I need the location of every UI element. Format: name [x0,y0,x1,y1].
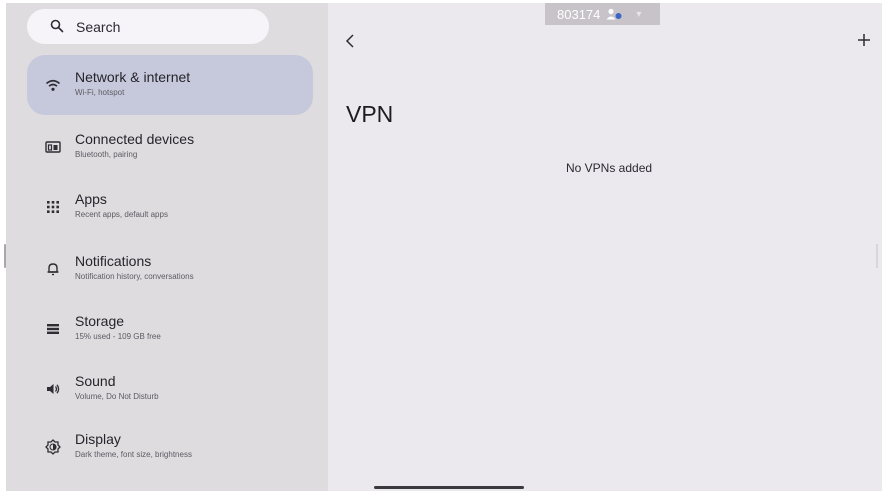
sidebar-item-subtitle: 15% used - 109 GB free [75,332,161,341]
sidebar-item-title: Notifications [75,253,152,269]
sidebar-item-subtitle: Wi-Fi, hotspot [75,88,125,97]
empty-state-text: No VPNs added [566,161,653,175]
sidebar-item-apps[interactable]: Apps Recent apps, default apps [27,177,313,237]
sidebar-item-title: Apps [75,191,107,207]
sidebar-item-subtitle: Bluetooth, pairing [75,150,138,159]
back-arrow-icon [345,34,354,48]
sidebar-item-title: Connected devices [75,131,195,147]
vpn-content-pane [328,3,882,491]
sidebar-item-title: Display [75,431,121,447]
sidebar-item-storage[interactable]: Storage 15% used - 109 GB free [27,299,313,359]
volume-icon [45,381,61,397]
recording-badge: 803174 ▾ [545,3,660,25]
sidebar-item-title: Storage [75,313,125,329]
page-title: VPN [346,101,394,127]
wifi-icon [45,77,61,93]
edge-indicator [876,244,878,268]
sidebar-item-connected-devices[interactable]: Connected devices Bluetooth, pairing [27,117,313,177]
sidebar-item-sound[interactable]: Sound Volume, Do Not Disturb [27,359,313,419]
settings-window: Search Network & internet Wi-Fi, hotspot [6,3,882,491]
sidebar-item-subtitle: Volume, Do Not Disturb [75,392,159,401]
search-bar[interactable]: Search [27,9,269,44]
search-icon [49,18,65,34]
sidebar-item-subtitle: Notification history, conversations [75,272,194,281]
sidebar-item-subtitle: Recent apps, default apps [75,210,168,219]
plus-icon [858,34,870,46]
sidebar-item-subtitle: Dark theme, font size, brightness [75,450,192,459]
person-icon [606,8,624,20]
brightness-icon [45,439,61,455]
recording-id: 803174 [557,6,601,22]
settings-sidebar: Search Network & internet Wi-Fi, hotspot [6,3,328,491]
chevron-down-icon: ▾ [636,8,642,20]
gesture-handle[interactable] [374,486,524,489]
sidebar-item-network[interactable]: Network & internet Wi-Fi, hotspot [27,55,313,115]
pane-divider-handle[interactable] [4,244,6,268]
sidebar-item-notifications[interactable]: Notifications Notification history, conv… [27,239,313,299]
bell-icon [45,261,61,277]
back-button[interactable] [343,32,357,50]
storage-icon [45,321,61,337]
sidebar-item-title: Network & internet [75,69,191,85]
add-vpn-button[interactable] [857,33,871,47]
sidebar-item-display[interactable]: Display Dark theme, font size, brightnes… [27,417,313,477]
sidebar-item-title: Sound [75,373,116,389]
devices-icon [45,139,61,155]
search-placeholder: Search [76,19,121,35]
apps-grid-icon [45,199,61,215]
